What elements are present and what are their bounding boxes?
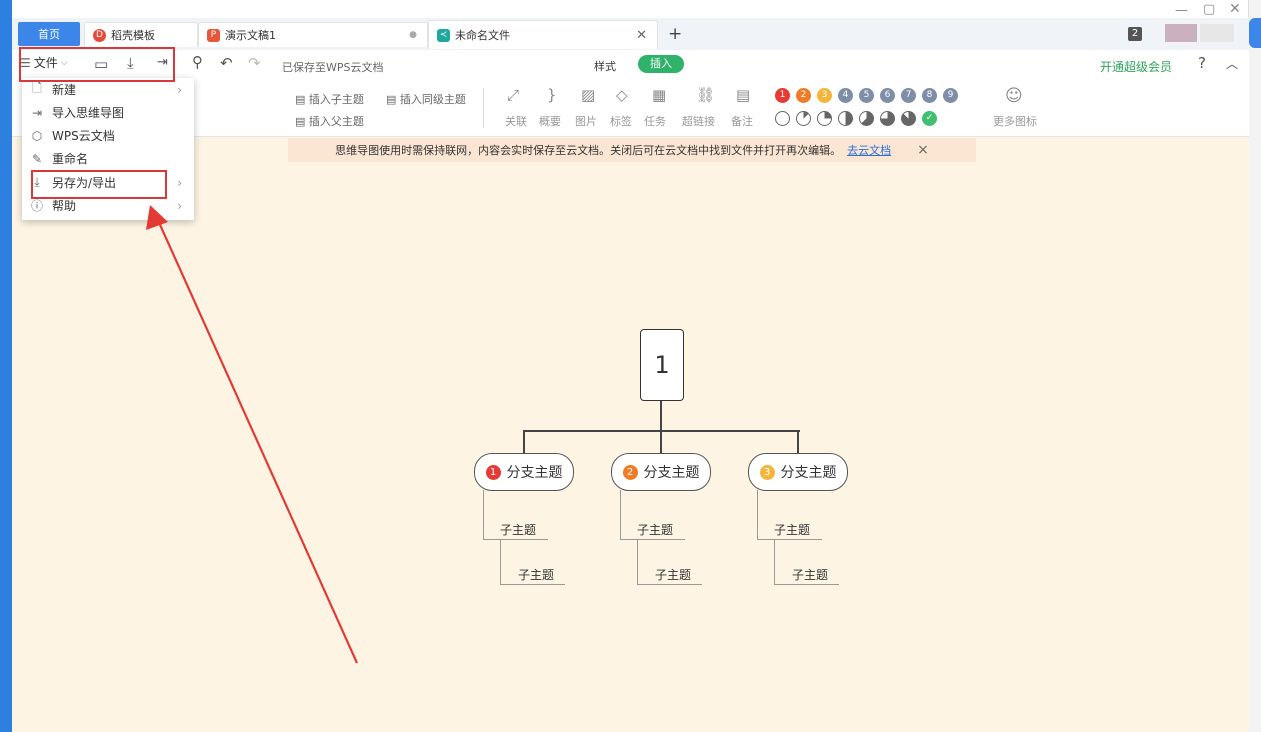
annotation-arrow (146, 205, 359, 664)
